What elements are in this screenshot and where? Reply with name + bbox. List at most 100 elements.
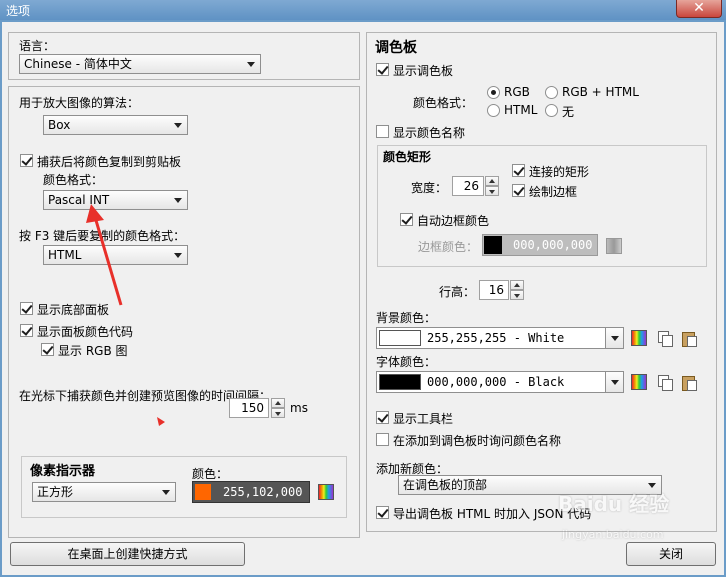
copy-after-capture-checkbox[interactable]: [20, 154, 33, 167]
format-option-rgb: RGB: [504, 85, 530, 99]
row-height-input[interactable]: 16: [479, 280, 509, 300]
title-bar[interactable]: 选项 ✕: [0, 0, 726, 20]
f3-format-label: 按 F3 键后要复制的颜色格式：: [19, 229, 186, 243]
add-new-color-select[interactable]: 在调色板的顶部: [398, 475, 662, 495]
ask-color-name-label: 在添加到调色板时询问颜色名称: [393, 434, 562, 448]
chevron-down-icon: [648, 483, 656, 488]
interval-unit: ms: [290, 401, 308, 415]
row-height-stepper[interactable]: [510, 280, 524, 300]
chevron-down-icon: [611, 336, 619, 341]
border-color-chart-icon: [606, 238, 622, 254]
border-color-label: 边框颜色：: [418, 240, 479, 254]
row-height-label: 行高：: [439, 285, 476, 299]
font-color-select[interactable]: 000,000,000 - Black: [376, 371, 624, 393]
chevron-down-icon: [247, 62, 255, 67]
auto-border-color-checkbox[interactable]: [400, 213, 413, 226]
pixel-indicator-group: 像素指示器 正方形 颜色： 255,102,000: [21, 456, 347, 518]
palette-group: 调色板 显示调色板 颜色格式： RGB RGB + HTML HTML 无 显示…: [366, 32, 717, 532]
format-option-none: 无: [562, 105, 575, 119]
show-bottom-panel-label: 显示底部面板: [37, 303, 110, 317]
font-paste-icon[interactable]: [681, 374, 697, 391]
color-rects-group: 颜色矩形 宽度： 26 连接的矩形 绘制边框 自动边框颜色 边框颜色： 000,…: [377, 145, 707, 267]
chevron-down-icon: [162, 490, 170, 495]
ask-color-name-checkbox[interactable]: [376, 433, 389, 446]
language-select-value: Chinese - 简体中文: [24, 57, 132, 71]
rect-width-stepper[interactable]: [485, 176, 499, 196]
color-rects-title: 颜色矩形: [383, 150, 432, 164]
show-rgb-chart-checkbox[interactable]: [41, 343, 54, 356]
stepper-down-icon[interactable]: [271, 408, 285, 418]
window-title: 选项: [6, 4, 31, 18]
border-color-value: 000,000,000: [513, 238, 593, 252]
interval-stepper[interactable]: [271, 398, 285, 418]
connected-rects-checkbox[interactable]: [512, 164, 525, 177]
font-color-label: 字体颜色：: [376, 355, 437, 369]
pixel-color-field: 255,102,000: [192, 481, 310, 503]
pixel-color-value: 255,102,000: [223, 485, 303, 499]
bg-paste-icon[interactable]: [681, 330, 697, 347]
f3-format-value: HTML: [48, 248, 82, 262]
stepper-up-icon[interactable]: [271, 398, 285, 408]
stepper-down-icon[interactable]: [485, 186, 499, 196]
show-color-names-checkbox[interactable]: [376, 125, 389, 138]
language-group: 语言： Chinese - 简体中文: [8, 32, 360, 80]
show-palette-label: 显示调色板: [393, 64, 454, 78]
language-label: 语言：: [19, 39, 56, 53]
format-option-rgb-html: RGB + HTML: [562, 85, 639, 99]
pixel-shape-value: 正方形: [37, 485, 74, 499]
show-color-names-label: 显示颜色名称: [393, 126, 466, 140]
font-color-chart-icon[interactable]: [631, 374, 647, 390]
show-bottom-panel-checkbox[interactable]: [20, 302, 33, 315]
pixel-color-swatch: [194, 483, 212, 501]
export-json-checkbox[interactable]: [376, 506, 389, 519]
format-radio-html[interactable]: [487, 104, 500, 117]
bg-color-label: 背景颜色：: [376, 311, 437, 325]
connected-rects-label: 连接的矩形: [529, 165, 590, 179]
add-new-color-value: 在调色板的顶部: [403, 478, 488, 492]
close-button[interactable]: 关闭: [626, 542, 716, 566]
zoom-algorithm-label: 用于放大图像的算法：: [19, 96, 140, 110]
stepper-up-icon[interactable]: [510, 280, 524, 290]
bg-color-value: 255,255,255 - White: [427, 331, 565, 345]
copy-format-label: 颜色格式：: [43, 173, 104, 187]
zoom-algorithm-value: Box: [48, 118, 71, 132]
pixel-indicator-title: 像素指示器: [30, 464, 96, 479]
bg-color-select[interactable]: 255,255,255 - White: [376, 327, 624, 349]
bg-color-chart-icon[interactable]: [631, 330, 647, 346]
format-radio-rgb[interactable]: [487, 86, 500, 99]
chevron-down-icon: [174, 123, 182, 128]
auto-border-color-label: 自动边框颜色: [417, 214, 490, 228]
language-select[interactable]: Chinese - 简体中文: [19, 54, 261, 74]
show-palette-checkbox[interactable]: [376, 63, 389, 76]
f3-format-select[interactable]: HTML: [43, 245, 188, 265]
font-color-value: 000,000,000 - Black: [427, 375, 565, 389]
zoom-algorithm-select[interactable]: Box: [43, 115, 188, 135]
copy-format-select[interactable]: Pascal INT: [43, 190, 188, 210]
font-color-dropdown-button[interactable]: [605, 372, 623, 392]
bg-color-swatch: [379, 330, 421, 346]
window-close-button[interactable]: ✕: [676, 0, 722, 18]
pixel-color-label: 颜色：: [192, 467, 229, 481]
palette-title: 调色板: [375, 40, 417, 56]
general-group: 用于放大图像的算法： Box 捕获后将颜色复制到剪贴板 颜色格式： Pascal…: [8, 86, 360, 538]
bg-color-dropdown-button[interactable]: [605, 328, 623, 348]
stepper-up-icon[interactable]: [485, 176, 499, 186]
rect-width-input[interactable]: 26: [452, 176, 484, 196]
bg-copy-icon[interactable]: [657, 330, 673, 347]
font-copy-icon[interactable]: [657, 374, 673, 391]
export-json-label: 导出调色板 HTML 时加入 JSON 代码: [393, 507, 592, 521]
pixel-shape-select[interactable]: 正方形: [32, 482, 176, 502]
stepper-down-icon[interactable]: [510, 290, 524, 300]
show-panel-color-code-checkbox[interactable]: [20, 324, 33, 337]
show-toolbar-checkbox[interactable]: [376, 411, 389, 424]
format-option-html: HTML: [504, 103, 538, 117]
format-radio-none[interactable]: [545, 104, 558, 117]
format-radio-rgb-html[interactable]: [545, 86, 558, 99]
draw-border-checkbox[interactable]: [512, 184, 525, 197]
border-color-field: 000,000,000: [482, 234, 598, 256]
create-shortcut-button[interactable]: 在桌面上创建快捷方式: [10, 542, 245, 566]
show-panel-color-code-label: 显示面板颜色代码: [37, 325, 134, 339]
rgb-chart-icon[interactable]: [318, 484, 334, 500]
interval-input[interactable]: 150: [229, 398, 269, 418]
annotation-marker: [157, 417, 165, 426]
